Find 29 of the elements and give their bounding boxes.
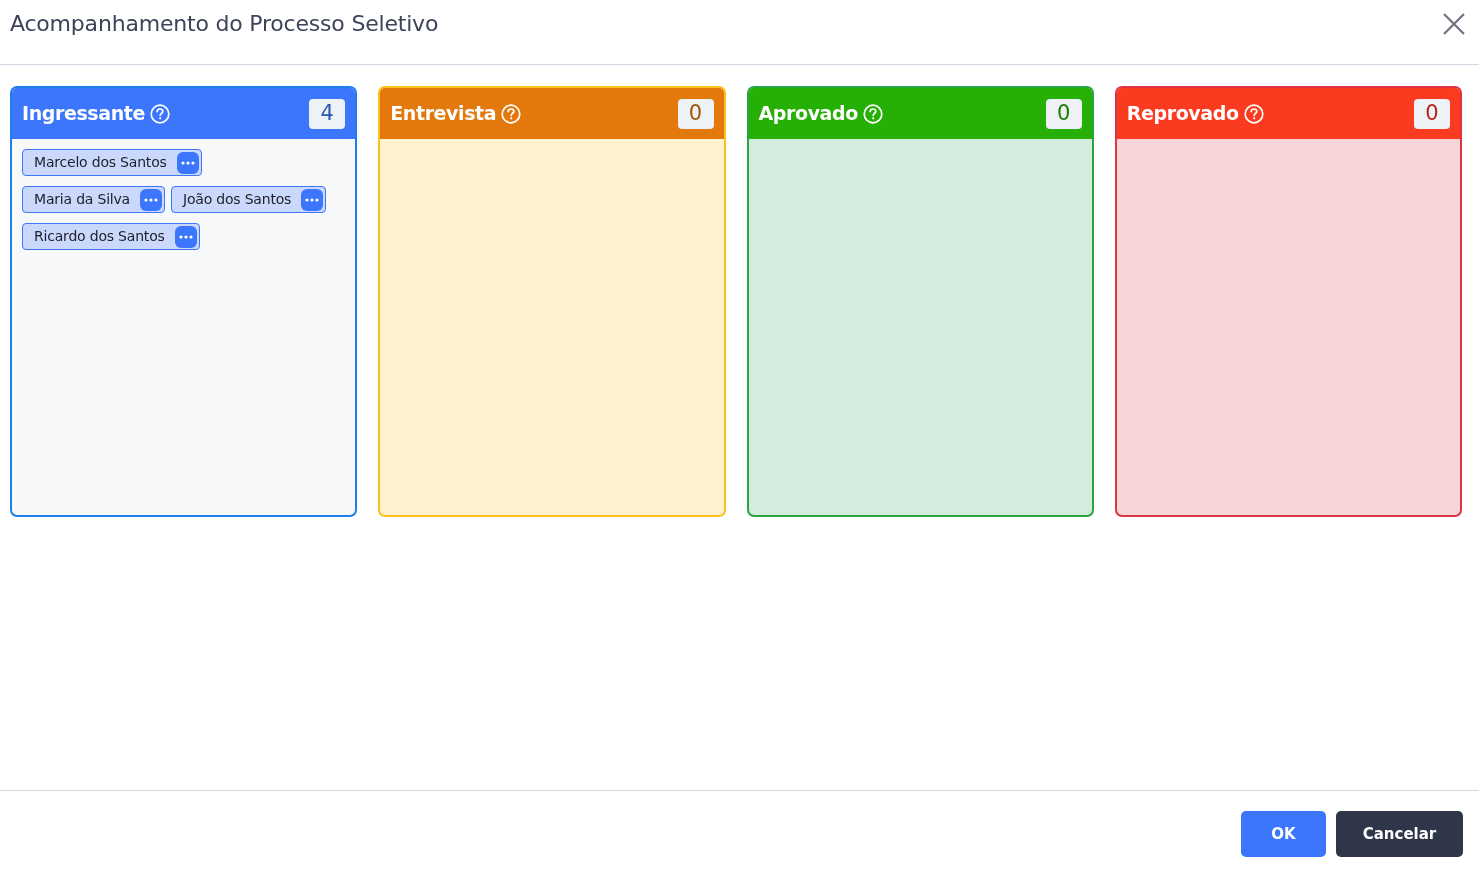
close-icon [1443, 13, 1465, 35]
candidate-name: Marcelo dos Santos [34, 153, 167, 172]
column-title: Ingressante [22, 101, 145, 127]
more-button[interactable] [176, 151, 199, 174]
help-icon [150, 103, 170, 124]
help-icon [1243, 103, 1264, 124]
count-badge: 0 [1414, 98, 1450, 129]
help-icon [862, 103, 883, 124]
dots-icon [144, 197, 158, 202]
candidate-name: Maria da Silva [34, 190, 130, 209]
column-title: Reprovado [1126, 101, 1239, 127]
cancel-button[interactable]: Cancelar [1336, 811, 1463, 857]
candidate-name: João dos Santos [183, 190, 292, 209]
more-button[interactable] [174, 225, 197, 248]
more-button[interactable] [140, 188, 162, 211]
candidate-name: Ricardo dos Santos [34, 227, 165, 246]
more-button[interactable] [301, 188, 324, 211]
count-badge: 4 [309, 98, 346, 129]
ok-button[interactable]: OK [1241, 811, 1326, 857]
dots-icon [305, 197, 320, 202]
column-title: Entrevista [390, 101, 497, 127]
close-button[interactable] [1443, 13, 1465, 35]
count-badge: 0 [677, 98, 714, 129]
dialog-title: Acompanhamento do Processo Seletivo [10, 10, 439, 38]
column-title: Aprovado [758, 101, 858, 127]
dots-icon [180, 160, 195, 165]
dots-icon [178, 234, 193, 239]
help-icon [501, 103, 522, 124]
count-badge: 0 [1045, 98, 1082, 129]
